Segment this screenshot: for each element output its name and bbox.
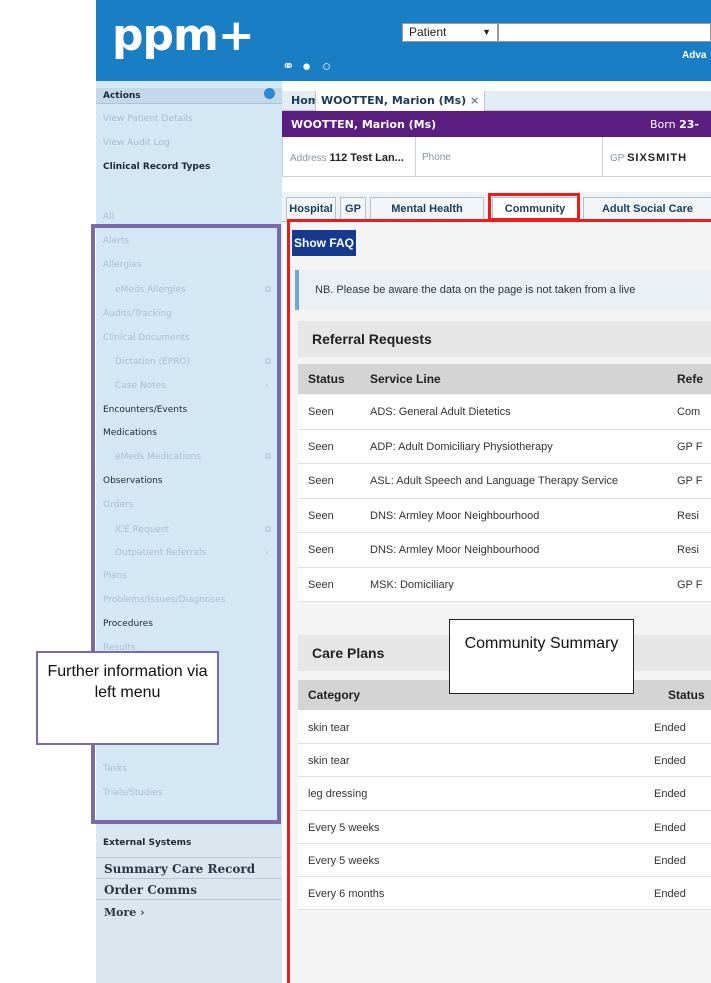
info-divider: [602, 137, 603, 177]
patient-name: WOOTTEN, Marion (Ms): [291, 118, 437, 131]
close-icon[interactable]: ×: [470, 94, 479, 107]
address-value: 112 Test Lan...: [329, 152, 404, 164]
address-field: Address 112 Test Lan...: [290, 152, 404, 164]
born-value: 23-: [679, 118, 699, 131]
community-summary-callout: Community Summary: [449, 619, 634, 694]
tab-patient[interactable]: WOOTTEN, Marion (Ms) ×: [315, 91, 486, 111]
community-tab-highlight: [488, 193, 580, 221]
tab-hospital[interactable]: Hospital: [286, 197, 336, 220]
order-comms-link[interactable]: Order Comms: [104, 883, 197, 897]
gp-field: GP SIXSMITH: [610, 152, 687, 164]
info-divider: [415, 137, 416, 177]
tab-adult-social-care[interactable]: Adult Social Care: [583, 197, 711, 220]
collapse-icon[interactable]: [264, 88, 275, 99]
actions-title: Actions: [103, 91, 141, 101]
advanced-search-link[interactable]: Adva: [682, 50, 706, 61]
gp-value: SIXSMITH: [627, 152, 688, 164]
view-audit-log-link[interactable]: View Audit Log: [103, 138, 170, 148]
link-icon[interactable]: ⚭: [282, 58, 295, 76]
view-patient-details-link[interactable]: View Patient Details: [103, 114, 193, 124]
summary-care-record-link[interactable]: Summary Care Record: [104, 862, 255, 876]
phone-label: Phone: [422, 152, 451, 163]
info-divider: [282, 137, 283, 177]
address-label: Address: [290, 153, 327, 164]
more-link[interactable]: More ›: [104, 906, 145, 919]
tab-patient-label: WOOTTEN, Marion (Ms): [321, 94, 467, 107]
left-menu-callout: Further information via left menu: [36, 651, 219, 745]
person-icon[interactable]: ●: [302, 58, 311, 76]
ppm-logo[interactable]: ppm+: [112, 12, 255, 60]
born-label: Born: [650, 118, 676, 131]
dropdown-caret-icon: ▼: [482, 27, 491, 37]
patient-search-input[interactable]: [498, 23, 711, 42]
community-summary-highlight-box: [287, 219, 711, 983]
external-systems-title: External Systems: [103, 838, 192, 848]
tab-mental-health[interactable]: Mental Health: [370, 197, 484, 220]
search-type-label: Patient: [409, 25, 447, 39]
clinical-record-types-title: Clinical Record Types: [103, 162, 211, 172]
tab-gp[interactable]: GP: [340, 197, 366, 220]
patient-born: Born 23-: [650, 118, 699, 131]
search-type-select[interactable]: Patient ▼: [402, 23, 498, 42]
gp-label: GP: [610, 153, 625, 164]
sidebar-item[interactable]: All: [103, 212, 114, 222]
circle-icon[interactable]: ○: [322, 58, 331, 76]
